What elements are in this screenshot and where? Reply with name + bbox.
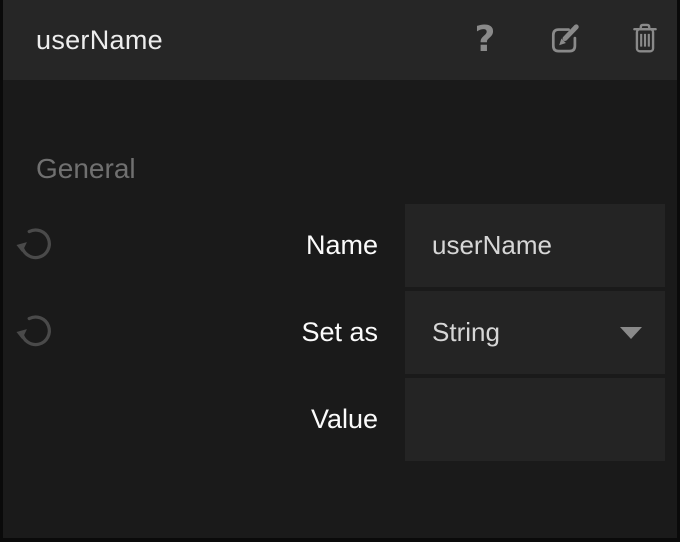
name-input[interactable] xyxy=(405,204,665,287)
chevron-down-icon xyxy=(620,327,642,339)
row-label: Name xyxy=(55,230,378,261)
reset-slot-empty xyxy=(15,397,55,443)
reset-button[interactable] xyxy=(15,310,55,356)
header-icon-group: ? xyxy=(467,18,663,62)
reset-icon xyxy=(16,310,54,355)
edit-button[interactable] xyxy=(547,18,583,62)
properties-panel: userName ? xyxy=(3,0,677,538)
value-input[interactable] xyxy=(405,378,665,461)
property-row-name: Name xyxy=(3,204,677,287)
dropdown-selected-value: String xyxy=(432,317,620,348)
row-label: Value xyxy=(55,404,378,435)
property-row-set-as: Set as String xyxy=(3,291,677,374)
help-button[interactable]: ? xyxy=(467,18,503,62)
reset-button[interactable] xyxy=(15,223,55,269)
panel-title: userName xyxy=(36,25,467,56)
panel-header: userName ? xyxy=(3,0,677,80)
property-row-value: Value xyxy=(3,378,677,461)
trash-icon xyxy=(628,21,662,60)
set-as-dropdown[interactable]: String xyxy=(405,291,665,374)
help-icon: ? xyxy=(475,22,496,58)
section-title-general: General xyxy=(36,150,677,188)
delete-button[interactable] xyxy=(627,18,663,62)
property-rows: Name Set as String xyxy=(3,204,677,461)
edit-icon xyxy=(547,21,583,60)
reset-icon xyxy=(16,223,54,268)
row-label: Set as xyxy=(55,317,378,348)
